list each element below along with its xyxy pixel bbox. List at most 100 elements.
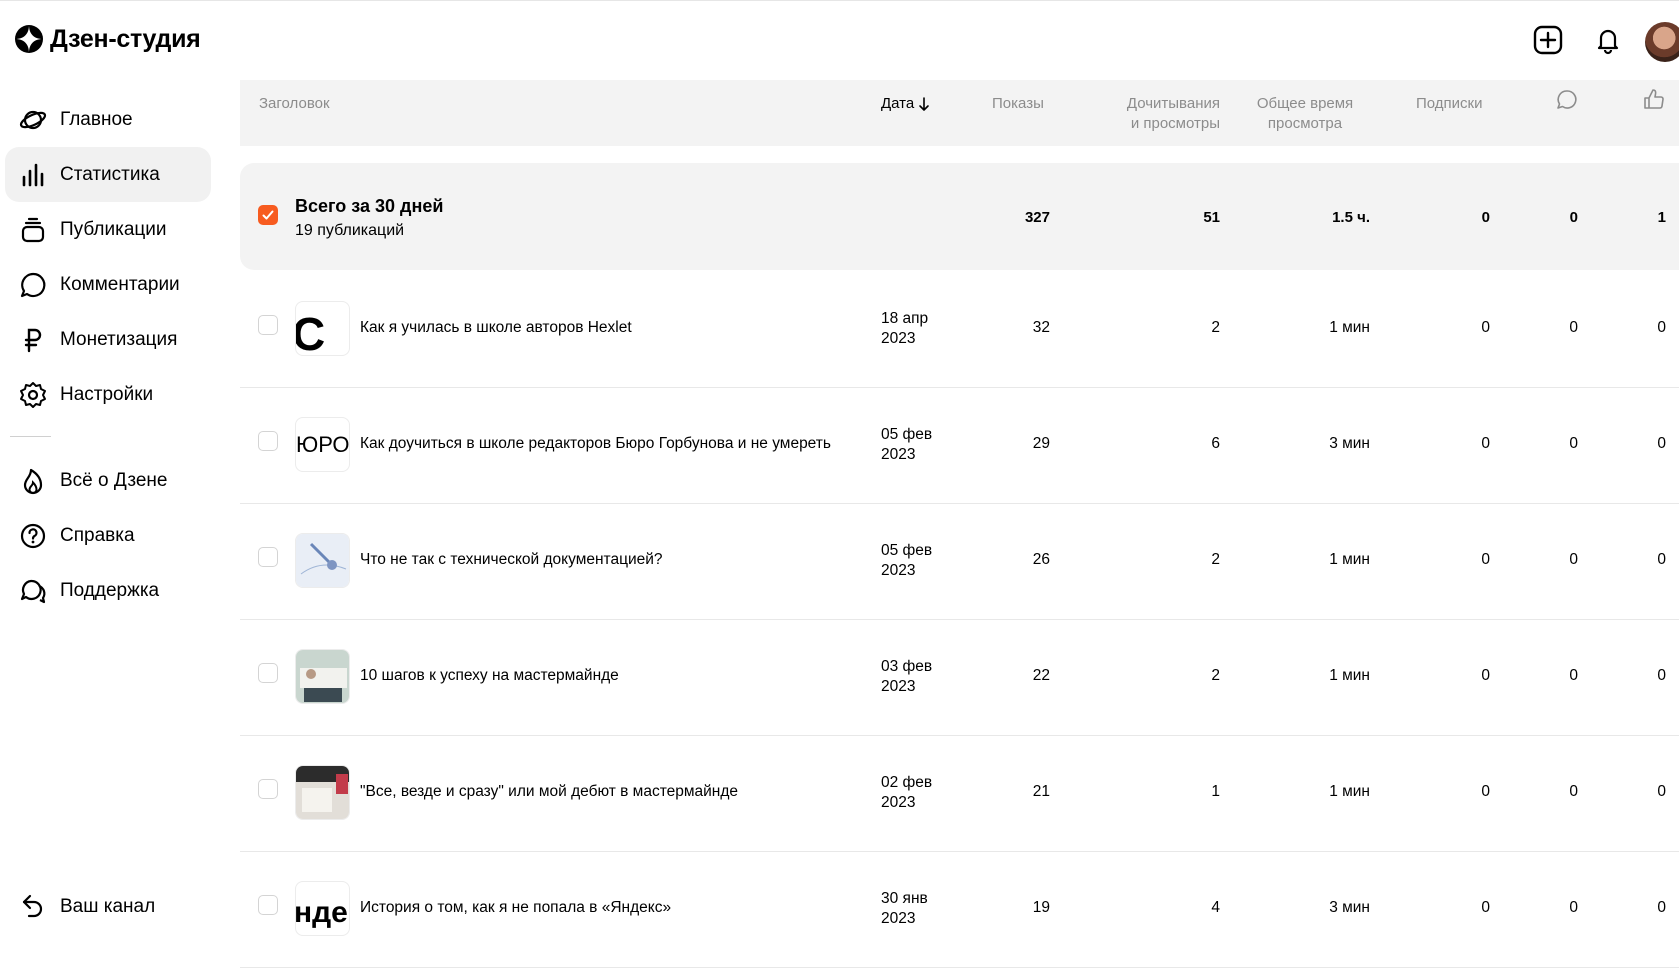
sidebar-item-monetization[interactable]: Монетизация [5,312,211,367]
row-comments: 0 [1569,551,1578,568]
row-reads: 2 [1211,319,1220,336]
sidebar-item-help[interactable]: Справка [5,508,211,563]
table-row[interactable]: ЮРО Как доучиться в школе редакторов Бюро… [240,387,1679,504]
table-row[interactable]: ндеl История о том, как я не попала в «Ян… [240,851,1679,968]
row-subs: 0 [1481,435,1490,452]
row-subs: 0 [1481,667,1490,684]
row-checkbox[interactable] [258,895,278,915]
date-day: 05 фев [881,542,933,559]
totals-time: 1.5 ч. [1332,209,1370,226]
publication-title[interactable]: Как доучиться в школе редакторов Бюро Го… [360,435,831,453]
table-row[interactable]: 10 шагов к успеху на мастермайнде 03 фев 2… [240,619,1679,736]
sidebar-item-your-channel[interactable]: Ваш канал [5,879,211,934]
column-subs-header[interactable]: Подписки [1416,94,1483,114]
sidebar-item-about-zen[interactable]: Всё о Дзене [5,453,211,508]
column-comments-header[interactable] [1556,89,1578,116]
row-likes: 0 [1657,899,1666,916]
app-logo[interactable]: Дзен-студия [14,24,201,54]
avatar[interactable] [1645,22,1679,62]
column-time-header[interactable]: Общее время просмотра [1240,94,1370,134]
row-subs: 0 [1481,319,1490,336]
publication-date: 18 апр 2023 [881,309,928,349]
publication-thumbnail [295,533,350,588]
column-time-line2: просмотра [1267,115,1343,132]
sidebar-item-label: Главное [60,108,133,130]
publication-date: 30 янв 2023 [881,889,928,929]
row-likes: 0 [1657,319,1666,336]
checkmark-icon [262,210,274,220]
totals-row: Всего за 30 дней 19 публикаций 327 51 1.… [240,163,1679,270]
row-views: 19 [1032,899,1050,916]
publication-thumbnail [295,765,350,820]
row-likes: 0 [1657,667,1666,684]
row-views: 21 [1032,783,1050,800]
date-day: 18 апр [881,310,929,327]
row-checkbox[interactable] [258,315,278,335]
column-likes-header[interactable] [1643,88,1665,115]
sidebar-item-main[interactable]: Главное [5,92,211,147]
publication-title[interactable]: История о том, как я не попала в «Яндекс… [360,899,671,917]
date-year: 2023 [881,678,916,695]
bar-chart-icon [19,161,47,189]
ruble-icon [19,326,47,354]
row-reads: 4 [1211,899,1220,916]
sidebar-item-label: Монетизация [60,328,178,350]
sidebar-divider [10,436,51,437]
sidebar-item-label: Поддержка [60,579,160,601]
sidebar-item-settings[interactable]: Настройки [5,367,211,422]
date-year: 2023 [881,910,916,927]
table-row[interactable]: Что не так с технической документацией? 0… [240,503,1679,620]
row-checkbox[interactable] [258,547,278,567]
totals-views: 327 [1024,209,1050,226]
bell-icon [1597,29,1619,55]
date-day: 02 фев [881,774,933,791]
row-time: 1 мин [1329,551,1370,568]
table-header: Заголовок Дата Показы Дочитывания и прос… [240,80,1679,146]
select-all-checkbox[interactable] [258,205,278,225]
sidebar-item-statistics[interactable]: Статистика [5,147,211,202]
row-reads: 2 [1211,551,1220,568]
row-likes: 0 [1657,783,1666,800]
publication-thumbnail: C [295,301,350,356]
flame-icon [19,467,47,495]
sidebar-item-label: Публикации [60,218,167,240]
notifications-button[interactable] [1590,22,1626,58]
row-likes: 0 [1657,551,1666,568]
zen-logo-icon [15,25,43,53]
row-comments: 0 [1569,667,1578,684]
create-button[interactable] [1530,22,1566,58]
publication-title[interactable]: Что не так с технической документацией? [360,551,663,569]
row-views: 32 [1032,319,1050,336]
sidebar-item-label: Статистика [60,163,160,185]
column-views-header[interactable]: Показы [992,94,1044,114]
publication-title[interactable]: 10 шагов к успеху на мастермайнде [360,667,619,685]
sidebar-item-support[interactable]: Поддержка [5,563,211,618]
totals-reads: 51 [1203,209,1220,226]
column-title-header[interactable]: Заголовок [259,94,330,114]
row-reads: 6 [1211,435,1220,452]
comment-icon [19,271,47,299]
sidebar-item-publications[interactable]: Публикации [5,202,211,257]
column-date-header[interactable]: Дата [881,94,930,114]
column-time-line1: Общее время [1256,95,1354,112]
row-likes: 0 [1657,435,1666,452]
column-reads-header[interactable]: Дочитывания и просмотры [1100,94,1220,134]
row-checkbox[interactable] [258,431,278,451]
totals-subtitle: 19 публикаций [295,222,405,239]
row-reads: 2 [1211,667,1220,684]
row-checkbox[interactable] [258,779,278,799]
row-views: 26 [1032,551,1050,568]
row-time: 1 мин [1329,783,1370,800]
totals-title: Всего за 30 дней [295,196,444,216]
publication-thumbnail: ЮРО [295,417,350,472]
publication-title[interactable]: Как я училась в школе авторов Hexlet [360,319,632,337]
table-row[interactable]: "Все, везде и сразу" или мой дебют в мас… [240,735,1679,852]
column-date-label: Дата [881,95,915,112]
table-row[interactable]: C Как я училась в школе авторов Hexlet 18 … [240,271,1679,388]
svg-text:ндеl: ндеl [296,896,350,929]
row-checkbox[interactable] [258,663,278,683]
date-year: 2023 [881,794,916,811]
publication-title[interactable]: "Все, везде и сразу" или мой дебют в мас… [360,783,738,801]
date-year: 2023 [881,562,916,579]
sidebar-item-comments[interactable]: Комментарии [5,257,211,312]
